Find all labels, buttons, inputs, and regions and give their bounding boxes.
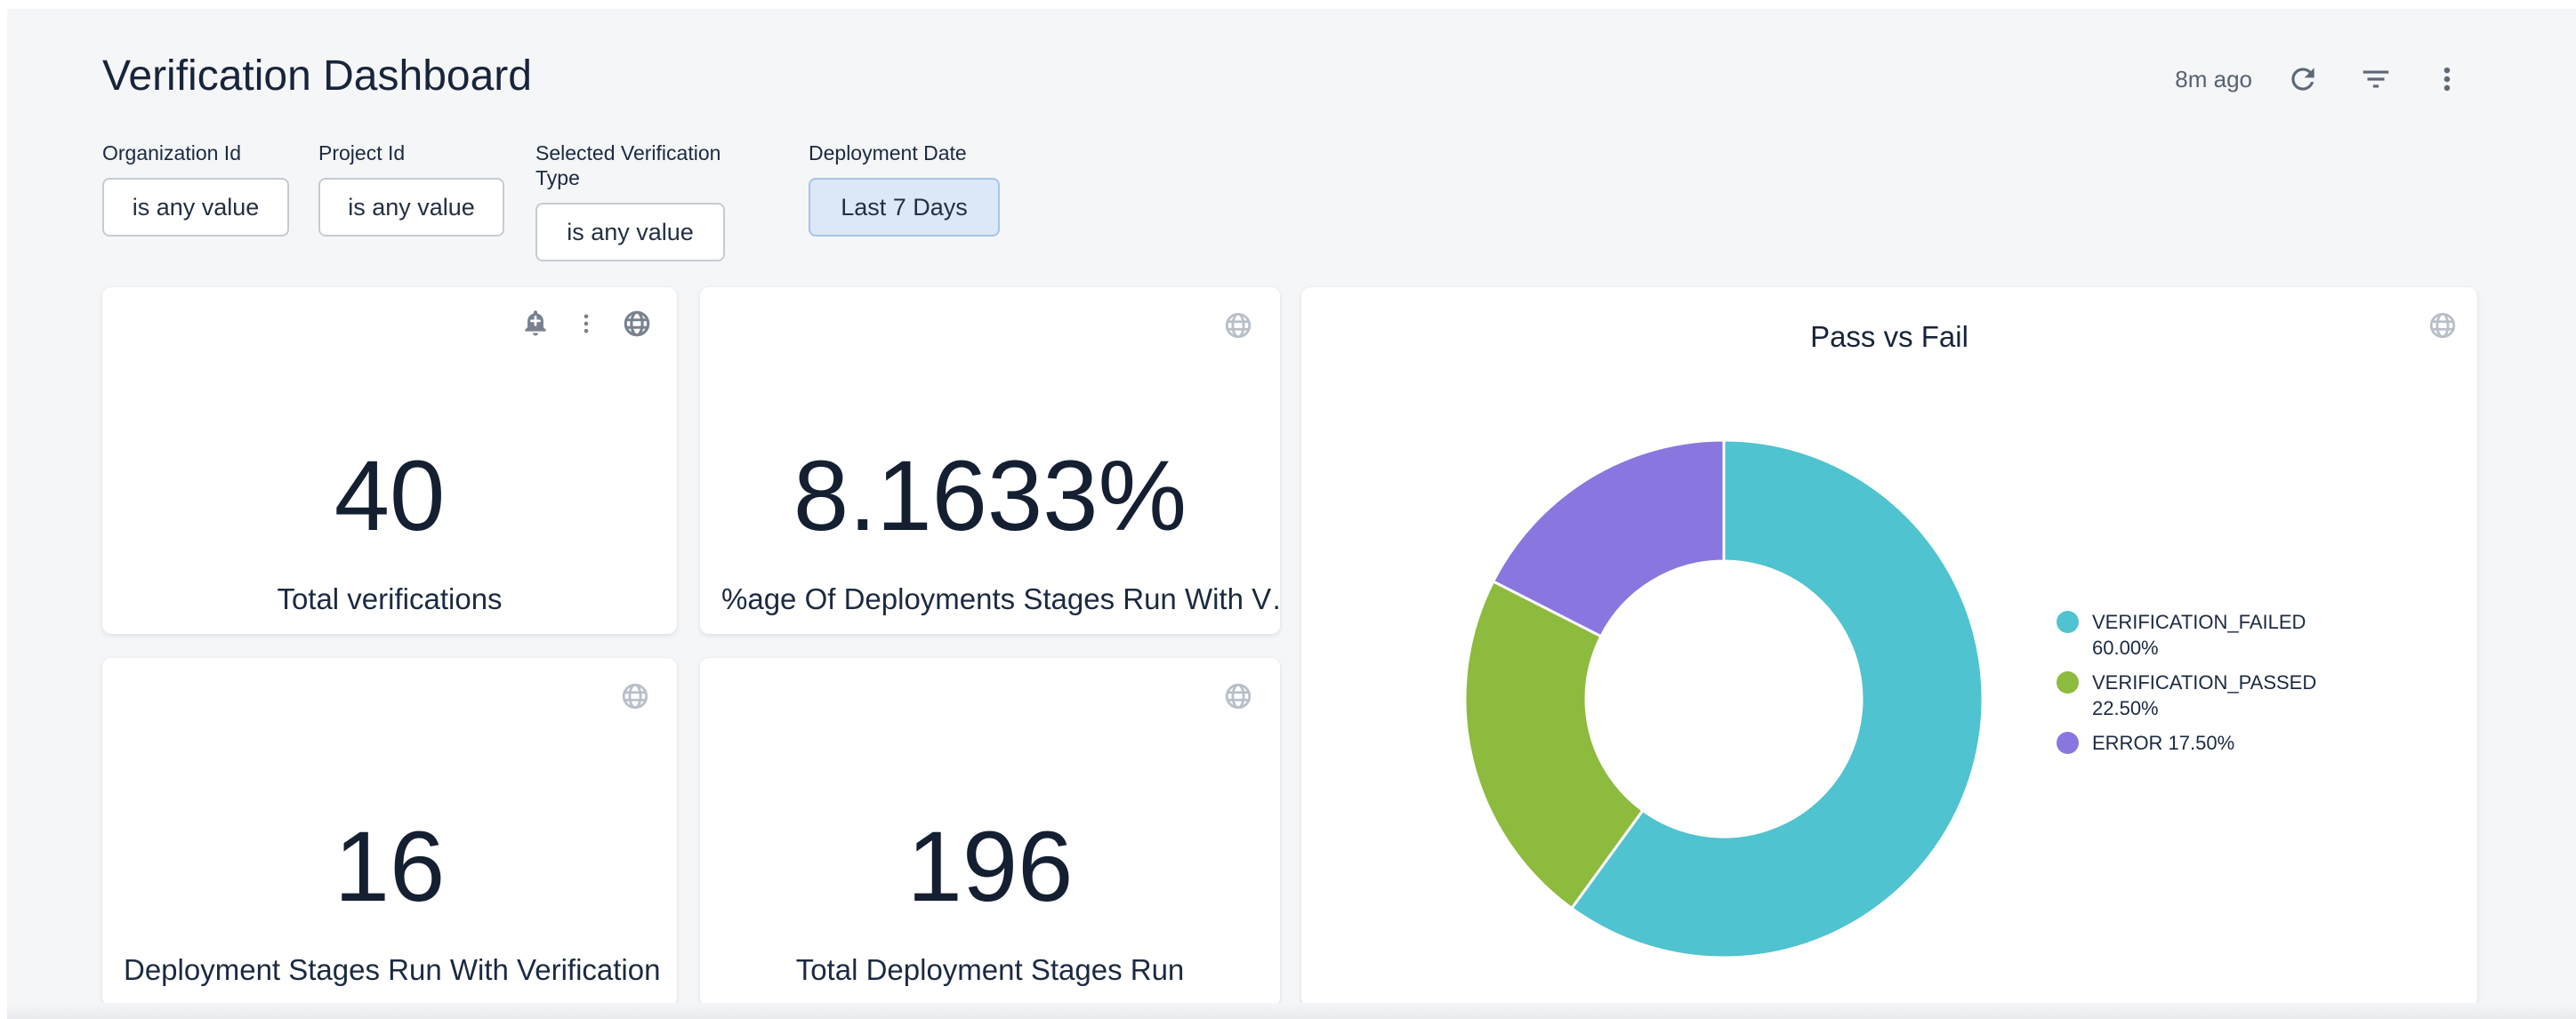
refresh-icon[interactable] bbox=[2286, 62, 2320, 96]
legend-swatch bbox=[2057, 611, 2079, 633]
tile-label: %age Of Deployments Stages Run With V… bbox=[700, 582, 1280, 617]
filter-organization-id: Organization Id is any value bbox=[102, 140, 289, 237]
filter-value-button[interactable]: is any value bbox=[102, 178, 289, 237]
legend-item[interactable]: VERIFICATION_PASSED 22.50% bbox=[2057, 670, 2332, 721]
filter-deployment-date: Deployment Date Last 7 Days bbox=[809, 140, 1000, 237]
tile-value: 8.1633% bbox=[700, 443, 1280, 550]
globe-icon[interactable] bbox=[1223, 681, 1253, 716]
donut-chart bbox=[1457, 432, 1991, 966]
dashboard-toolbar: 8m ago bbox=[2175, 62, 2462, 96]
filter-icon[interactable] bbox=[2359, 62, 2393, 96]
legend-label: VERIFICATION_FAILED 60.00% bbox=[2092, 609, 2332, 661]
page-title: Verification Dashboard bbox=[102, 52, 532, 101]
filter-label: Organization Id bbox=[102, 140, 289, 165]
filter-value-button[interactable]: Last 7 Days bbox=[809, 178, 1000, 237]
alert-bell-add-icon[interactable] bbox=[520, 309, 551, 343]
legend-item[interactable]: VERIFICATION_FAILED 60.00% bbox=[2057, 609, 2332, 661]
chart-title: Pass vs Fail bbox=[1301, 319, 2477, 355]
dashboard: Verification Dashboard 8m ago Organizati… bbox=[7, 9, 2576, 1019]
globe-icon[interactable] bbox=[622, 309, 652, 343]
tile-total-stages-run: 196 Total Deployment Stages Run bbox=[700, 658, 1280, 1007]
globe-icon[interactable] bbox=[1223, 310, 1253, 345]
bottom-fade bbox=[7, 1003, 2576, 1019]
tile-value: 16 bbox=[102, 814, 677, 920]
filter-value-button[interactable]: is any value bbox=[535, 203, 725, 261]
filter-selected-verification-type: Selected Verification Type is any value bbox=[535, 140, 725, 261]
tile-label: Total Deployment Stages Run bbox=[700, 952, 1280, 988]
legend-swatch bbox=[2057, 732, 2079, 754]
filter-value-button[interactable]: is any value bbox=[318, 178, 504, 237]
tile-total-verifications: 40 Total verifications bbox=[102, 287, 677, 634]
tile-kebab-icon[interactable] bbox=[574, 311, 599, 341]
legend-label: VERIFICATION_PASSED 22.50% bbox=[2092, 670, 2332, 721]
last-refreshed-text: 8m ago bbox=[2175, 66, 2252, 93]
tile-percentage-stages-with-verification: 8.1633% %age Of Deployments Stages Run W… bbox=[700, 287, 1280, 634]
filter-label: Selected Verification Type bbox=[535, 140, 725, 190]
tile-value: 40 bbox=[102, 443, 677, 550]
filter-label: Deployment Date bbox=[809, 140, 1000, 165]
tile-pass-vs-fail-chart: Pass vs Fail VERIFICATION_FAILED 60.00%V… bbox=[1301, 287, 2477, 1007]
tile-label: Total verifications bbox=[102, 582, 677, 617]
tile-label: Deployment Stages Run With Verification bbox=[102, 952, 677, 988]
legend-item[interactable]: ERROR 17.50% bbox=[2057, 730, 2332, 756]
legend-label: ERROR 17.50% bbox=[2092, 730, 2234, 756]
filter-project-id: Project Id is any value bbox=[318, 140, 504, 237]
tile-stages-run-with-verification: 16 Deployment Stages Run With Verificati… bbox=[102, 658, 677, 1007]
chart-legend: VERIFICATION_FAILED 60.00% VERIFICATION_P… bbox=[2057, 609, 2332, 756]
globe-icon[interactable] bbox=[620, 681, 650, 716]
filter-label: Project Id bbox=[318, 140, 504, 165]
legend-swatch bbox=[2057, 671, 2079, 694]
kebab-menu-icon[interactable] bbox=[2432, 64, 2462, 94]
tile-value: 196 bbox=[700, 814, 1280, 920]
